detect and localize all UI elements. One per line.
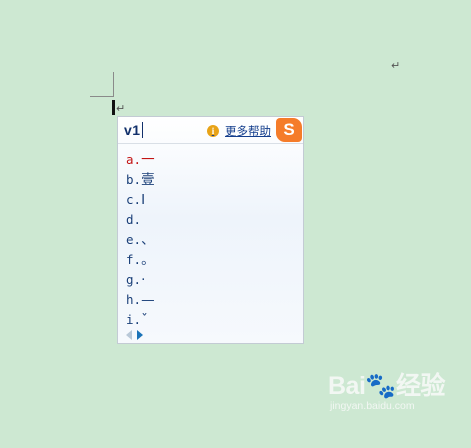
candidate-value: — [141,292,155,308]
candidate-key: f. [126,252,142,267]
candidate-item[interactable]: h.— [126,290,155,310]
candidate-value: ˇ [141,312,148,328]
ime-composition-bar: v1 i 更多帮助 S [118,117,303,144]
text-caret [112,100,115,115]
ime-composition-text: v1 [124,122,141,138]
paragraph-mark: ↵ [391,59,401,72]
more-help-link[interactable]: i 更多帮助 [207,123,271,139]
ime-composition-input[interactable]: v1 [124,122,143,138]
page-corner-mark-vertical [113,72,114,96]
candidate-key: d. [126,212,142,227]
candidate-value: 壹 [141,172,155,188]
candidate-value: 、 [141,232,155,248]
candidate-item[interactable]: a.一 [126,150,155,170]
previous-page-arrow-icon[interactable] [126,330,132,340]
watermark-logo: Bai🐾经验 [328,372,446,400]
candidate-key: c. [126,192,142,207]
candidate-value: 。 [141,252,155,268]
watermark-url: jingyan.baidu.com [330,400,415,412]
baidu-jingyan-watermark: Bai🐾经验 jingyan.baidu.com [328,372,446,412]
candidate-key: e. [126,232,142,247]
candidate-item[interactable]: e.、 [126,230,155,250]
paragraph-mark: ↵ [116,102,126,115]
candidate-key: h. [126,292,142,307]
sogou-logo-icon[interactable]: S [276,118,302,142]
candidate-item[interactable]: g.· [126,270,155,290]
candidate-key: i. [126,312,142,327]
candidate-value: · [141,272,146,288]
ime-candidate-window: v1 i 更多帮助 S a.一 b.壹 c.Ⅰ d. e.、 f.。 g.· h.— i.ˇ [117,116,304,344]
info-icon: i [207,125,219,137]
candidate-value: Ⅰ [141,192,146,208]
more-help-label: 更多帮助 [225,124,271,138]
next-page-arrow-icon[interactable] [137,330,143,340]
page-corner-mark-horizontal [90,96,114,97]
candidate-item[interactable]: c.Ⅰ [126,190,155,210]
candidate-item[interactable]: d. [126,210,155,230]
candidate-item[interactable]: b.壹 [126,170,155,190]
candidate-item[interactable]: i.ˇ [126,310,155,330]
candidate-key: g. [126,272,142,287]
candidate-item[interactable]: f.。 [126,250,155,270]
candidate-key: b. [126,172,142,187]
candidate-value: 一 [141,152,155,168]
candidate-list: a.一 b.壹 c.Ⅰ d. e.、 f.。 g.· h.— i.ˇ [126,150,155,330]
candidate-key: a. [126,152,142,167]
candidate-pager [126,330,143,340]
ime-cursor [141,122,143,138]
